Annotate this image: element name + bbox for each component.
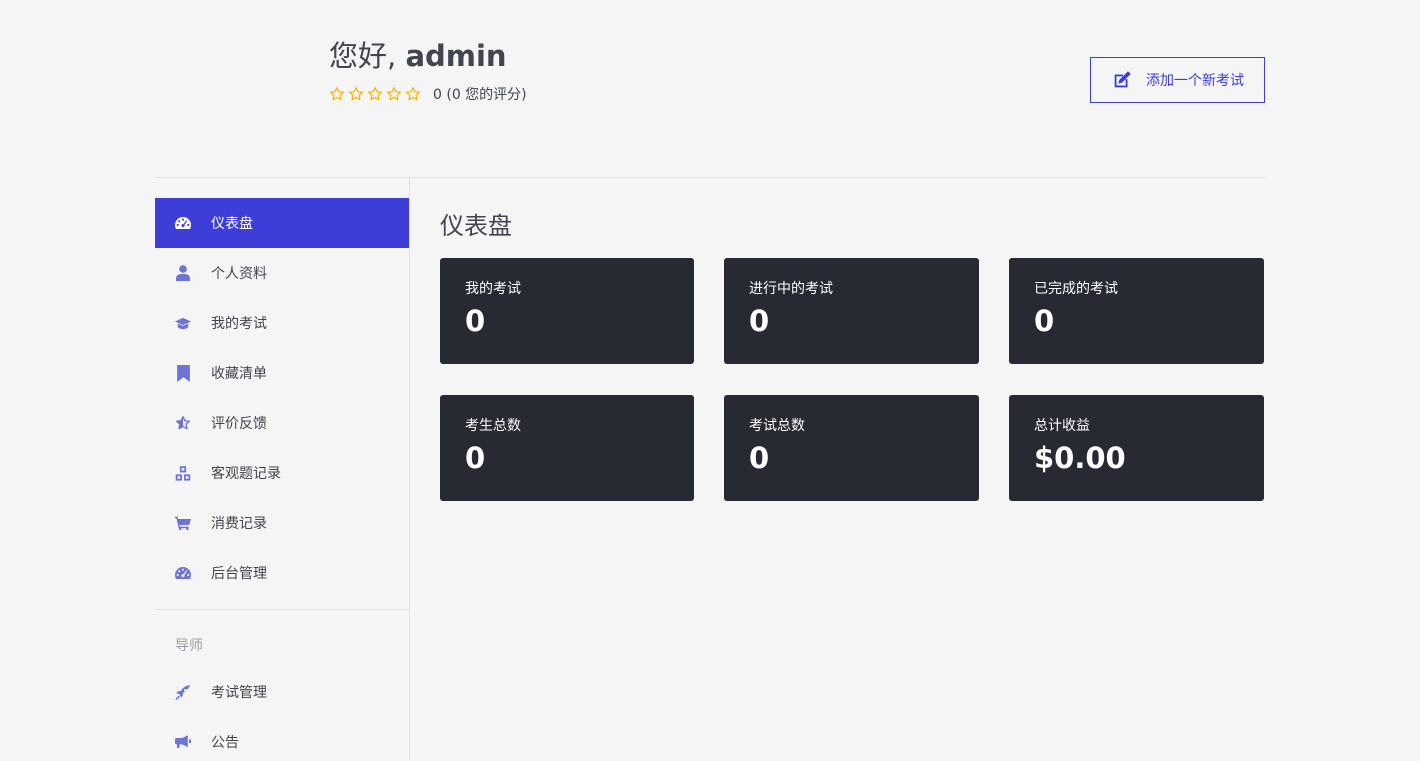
rating-stars bbox=[329, 86, 421, 102]
star-empty-icon bbox=[386, 86, 402, 102]
sidebar-item-label: 个人资料 bbox=[211, 266, 267, 282]
sidebar-item-label: 收藏清单 bbox=[211, 366, 267, 382]
sidebar-item-quiz-records[interactable]: 客观题记录 bbox=[155, 448, 409, 498]
user-icon bbox=[175, 265, 191, 281]
stat-card-in-progress: 进行中的考试 0 bbox=[724, 258, 979, 364]
sidebar-item-label: 评价反馈 bbox=[211, 416, 267, 432]
stat-card-total-students: 考生总数 0 bbox=[440, 395, 694, 501]
star-empty-icon bbox=[405, 86, 421, 102]
sidebar-item-admin[interactable]: 后台管理 bbox=[155, 548, 409, 598]
card-label: 进行中的考试 bbox=[749, 281, 833, 297]
sidebar-item-label: 考试管理 bbox=[211, 685, 267, 701]
greeting-prefix: 您好, bbox=[329, 39, 406, 73]
card-value: $0.00 bbox=[1034, 441, 1126, 475]
page-title: 仪表盘 bbox=[440, 212, 512, 240]
card-value: 0 bbox=[749, 304, 770, 338]
sidebar-item-label: 仪表盘 bbox=[211, 216, 253, 232]
sidebar-item-label: 后台管理 bbox=[211, 566, 267, 582]
stat-card-my-exams: 我的考试 0 bbox=[440, 258, 694, 364]
stat-card-completed: 已完成的考试 0 bbox=[1009, 258, 1264, 364]
rating-text: 0 (0 您的评分) bbox=[433, 87, 527, 103]
cart-icon bbox=[175, 515, 191, 531]
sidebar-item-announcements[interactable]: 公告 bbox=[155, 717, 409, 761]
sidebar-section-title: 导师 bbox=[175, 638, 203, 654]
star-half-icon bbox=[175, 415, 191, 431]
card-label: 考试总数 bbox=[749, 418, 805, 434]
cubes-icon bbox=[175, 465, 191, 481]
add-exam-label: 添加一个新考试 bbox=[1146, 73, 1244, 89]
card-label: 我的考试 bbox=[465, 281, 521, 297]
sidebar: 仪表盘 个人资料 我的考试 收藏清单 评价反馈 客观题记录 消费记录 后台管理 … bbox=[155, 178, 410, 761]
sidebar-item-my-exams[interactable]: 我的考试 bbox=[155, 298, 409, 348]
card-label: 考生总数 bbox=[465, 418, 521, 434]
stat-card-total-exams: 考试总数 0 bbox=[724, 395, 979, 501]
graduation-cap-icon bbox=[175, 315, 191, 331]
card-value: 0 bbox=[465, 441, 486, 475]
sidebar-item-profile[interactable]: 个人资料 bbox=[155, 248, 409, 298]
sidebar-item-exam-management[interactable]: 考试管理 bbox=[155, 667, 409, 717]
rating: 0 (0 您的评分) bbox=[329, 84, 527, 104]
sidebar-divider bbox=[155, 609, 409, 610]
sidebar-item-wishlist[interactable]: 收藏清单 bbox=[155, 348, 409, 398]
add-exam-button[interactable]: 添加一个新考试 bbox=[1090, 57, 1265, 103]
sidebar-item-label: 客观题记录 bbox=[211, 466, 281, 482]
sidebar-item-dashboard[interactable]: 仪表盘 bbox=[155, 198, 409, 248]
sidebar-item-label: 公告 bbox=[211, 735, 239, 751]
card-label: 已完成的考试 bbox=[1034, 281, 1118, 297]
dashboard-icon bbox=[175, 215, 191, 231]
sidebar-item-label: 消费记录 bbox=[211, 516, 267, 532]
star-empty-icon bbox=[329, 86, 345, 102]
dashboard-icon bbox=[175, 565, 191, 581]
greeting-heading: 您好, admin bbox=[329, 36, 507, 76]
bookmark-icon bbox=[175, 364, 191, 382]
star-empty-icon bbox=[348, 86, 364, 102]
card-value: 0 bbox=[1034, 304, 1055, 338]
user-name: admin bbox=[405, 39, 507, 73]
star-empty-icon bbox=[367, 86, 383, 102]
megaphone-icon bbox=[175, 734, 191, 750]
sidebar-item-reviews[interactable]: 评价反馈 bbox=[155, 398, 409, 448]
stat-card-total-earnings: 总计收益 $0.00 bbox=[1009, 395, 1264, 501]
page-header: 您好, admin 0 (0 您的评分) 添加一个新考试 bbox=[0, 0, 1420, 178]
edit-icon bbox=[1111, 69, 1133, 91]
instructor-menu: 考试管理 公告 bbox=[155, 667, 409, 761]
card-value: 0 bbox=[749, 441, 770, 475]
sidebar-item-purchase-history[interactable]: 消费记录 bbox=[155, 498, 409, 548]
card-value: 0 bbox=[465, 304, 486, 338]
sidebar-menu: 仪表盘 个人资料 我的考试 收藏清单 评价反馈 客观题记录 消费记录 后台管理 bbox=[155, 198, 409, 598]
rocket-icon bbox=[175, 684, 191, 700]
card-label: 总计收益 bbox=[1034, 418, 1090, 434]
sidebar-item-label: 我的考试 bbox=[211, 316, 267, 332]
